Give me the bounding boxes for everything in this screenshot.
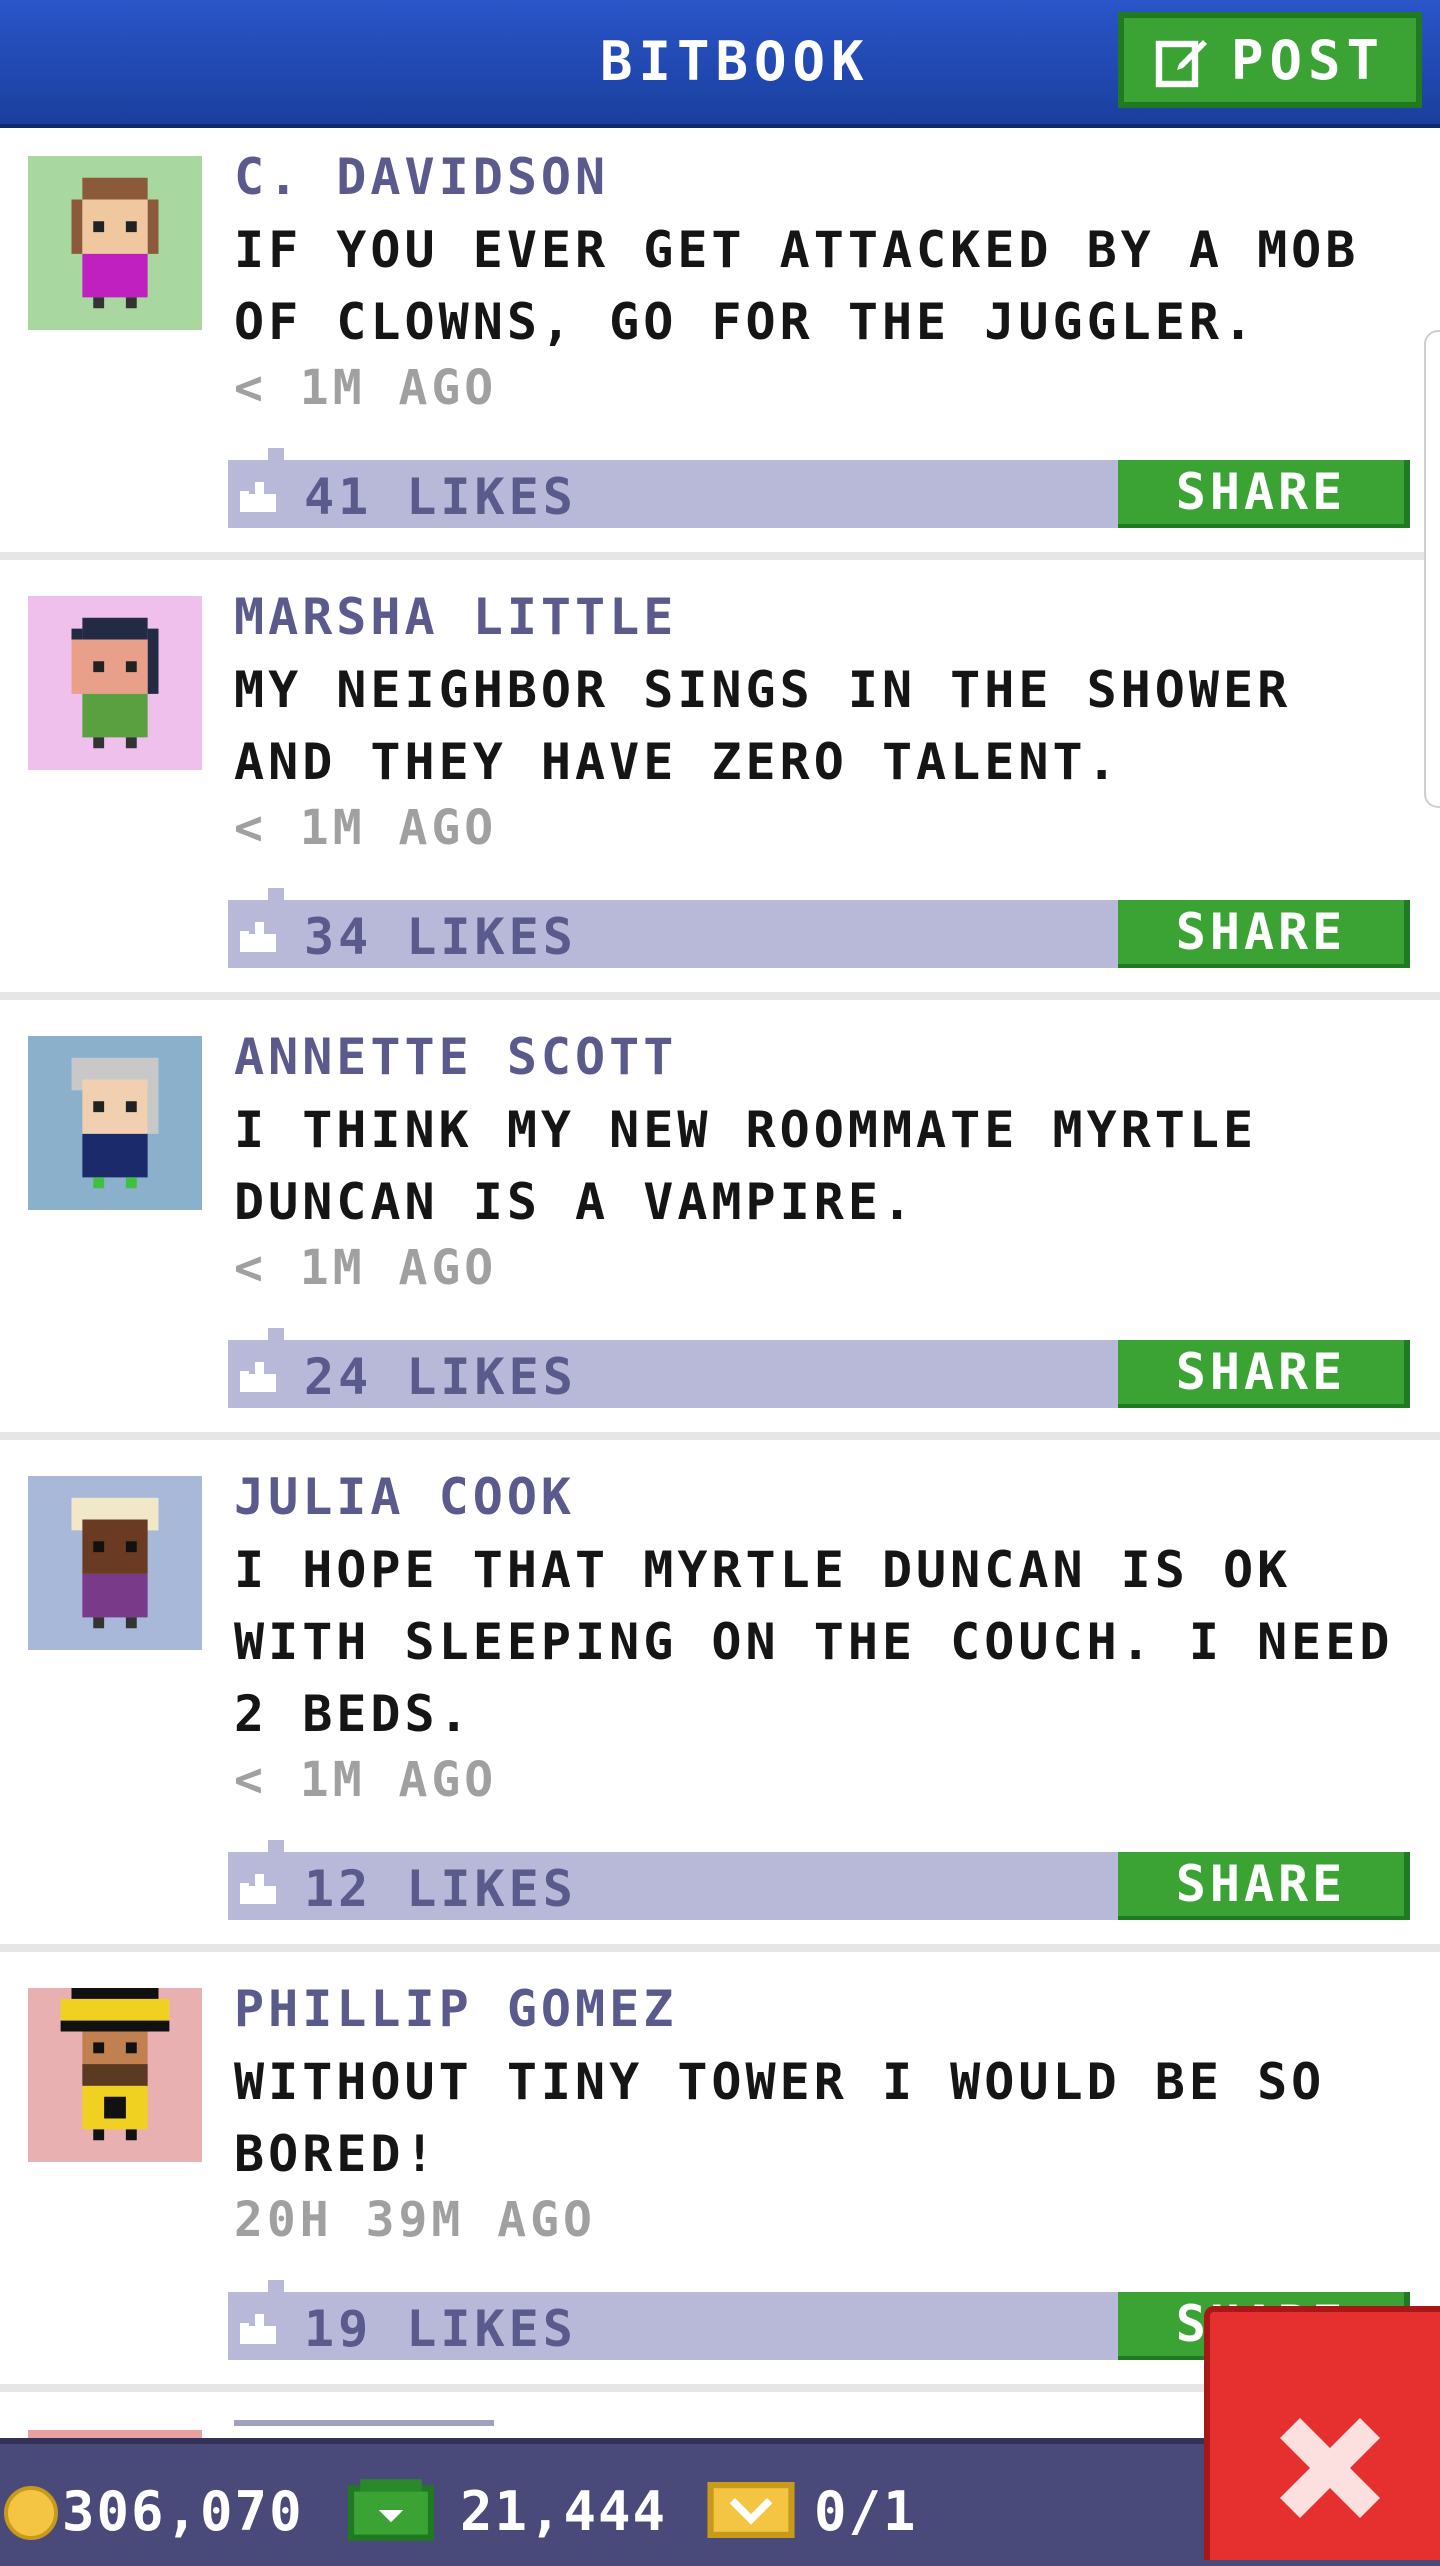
post-message: I THINK MY NEW ROOMMATE MYRTLE DUNCAN IS… xyxy=(234,1101,1258,1231)
post-time: < 1M AGO xyxy=(234,1752,498,1808)
like-notch xyxy=(268,1328,284,1340)
avatar xyxy=(28,1988,202,2162)
share-button-label: SHARE xyxy=(1175,1343,1347,1401)
edit-icon xyxy=(1155,40,1207,88)
scrollbar[interactable] xyxy=(1424,330,1440,808)
avatar-marsha-little xyxy=(28,596,202,770)
like-notch xyxy=(268,448,284,460)
thumbs-up-icon xyxy=(240,1874,276,1904)
page-title: BITBOOK xyxy=(600,30,870,93)
close-icon xyxy=(1280,2418,1380,2518)
like-count: 24 LIKES xyxy=(304,1348,577,1406)
like-bar[interactable]: 41 LIKES SHARE xyxy=(228,448,1410,528)
post-message: MY NEIGHBOR SINGS IN THE SHOWER AND THEY… xyxy=(234,661,1292,791)
post-divider xyxy=(0,1432,1440,1440)
avatar xyxy=(28,596,202,770)
avatar-c-davidson xyxy=(28,156,202,330)
avatar xyxy=(28,156,202,330)
avatar xyxy=(28,1476,202,1650)
share-button-label: SHARE xyxy=(1175,1855,1347,1913)
post-author[interactable]: ANNETTE SCOTT xyxy=(234,1028,677,1086)
ticket-count: 0/1 xyxy=(814,2480,918,2543)
thumbs-up-icon xyxy=(240,482,276,512)
coin-count: 306,070 xyxy=(62,2480,304,2543)
avatar xyxy=(28,1036,202,1210)
bux-icon xyxy=(348,2479,434,2541)
like-count: 12 LIKES xyxy=(304,1860,577,1918)
post-divider xyxy=(0,1944,1440,1952)
avatar-julia-cook xyxy=(28,1476,202,1650)
like-bar[interactable]: 12 LIKES SHARE xyxy=(228,1840,1410,1920)
post-author[interactable]: JULIA COOK xyxy=(234,1468,575,1526)
post-author[interactable]: PHILLIP GOMEZ xyxy=(234,1980,677,2038)
thumbs-up-icon xyxy=(240,2314,276,2344)
header-bar: BITBOOK POST xyxy=(0,0,1440,128)
post-time: < 1M AGO xyxy=(234,800,498,856)
post-time: < 1M AGO xyxy=(234,1240,498,1296)
thumbs-up-icon xyxy=(240,1362,276,1392)
avatar-annette-scott xyxy=(28,1036,202,1210)
post-divider xyxy=(0,992,1440,1000)
post-time: < 1M AGO xyxy=(234,360,498,416)
post-time: 20H 39M AGO xyxy=(234,2192,596,2248)
thumbs-up-icon xyxy=(240,922,276,952)
close-button[interactable] xyxy=(1204,2306,1440,2560)
post-button-label: POST xyxy=(1230,28,1386,92)
share-button[interactable]: SHARE xyxy=(1118,900,1410,968)
post-divider xyxy=(0,552,1440,560)
post-message: I HOPE THAT MYRTLE DUNCAN IS OK WITH SLE… xyxy=(234,1541,1394,1743)
like-count: 41 LIKES xyxy=(304,468,577,526)
like-count: 34 LIKES xyxy=(304,908,577,966)
coin-icon xyxy=(4,2486,58,2540)
post-author[interactable]: MARSHA LITTLE xyxy=(234,588,677,646)
share-button[interactable]: SHARE xyxy=(1118,1340,1410,1408)
post-button[interactable]: POST xyxy=(1118,12,1422,108)
share-button-label: SHARE xyxy=(1175,903,1347,961)
ticket-icon xyxy=(707,2482,795,2538)
post-author-partial xyxy=(234,2420,494,2440)
like-bar[interactable]: 34 LIKES SHARE xyxy=(228,888,1410,968)
share-button-label: SHARE xyxy=(1175,463,1347,521)
like-notch xyxy=(268,1840,284,1852)
share-button[interactable]: SHARE xyxy=(1118,460,1410,528)
avatar-phillip-gomez xyxy=(28,1988,202,2162)
post-message: WITHOUT TINY TOWER I WOULD BE SO BORED! xyxy=(234,2053,1326,2183)
post-author[interactable]: C. DAVIDSON xyxy=(234,148,609,206)
bux-count: 21,444 xyxy=(460,2480,668,2543)
like-count: 19 LIKES xyxy=(304,2300,577,2358)
like-notch xyxy=(268,2280,284,2292)
like-notch xyxy=(268,888,284,900)
share-button[interactable]: SHARE xyxy=(1118,1852,1410,1920)
post-message: IF YOU EVER GET ATTACKED BY A MOB OF CLO… xyxy=(234,221,1360,351)
like-bar[interactable]: 24 LIKES SHARE xyxy=(228,1328,1410,1408)
